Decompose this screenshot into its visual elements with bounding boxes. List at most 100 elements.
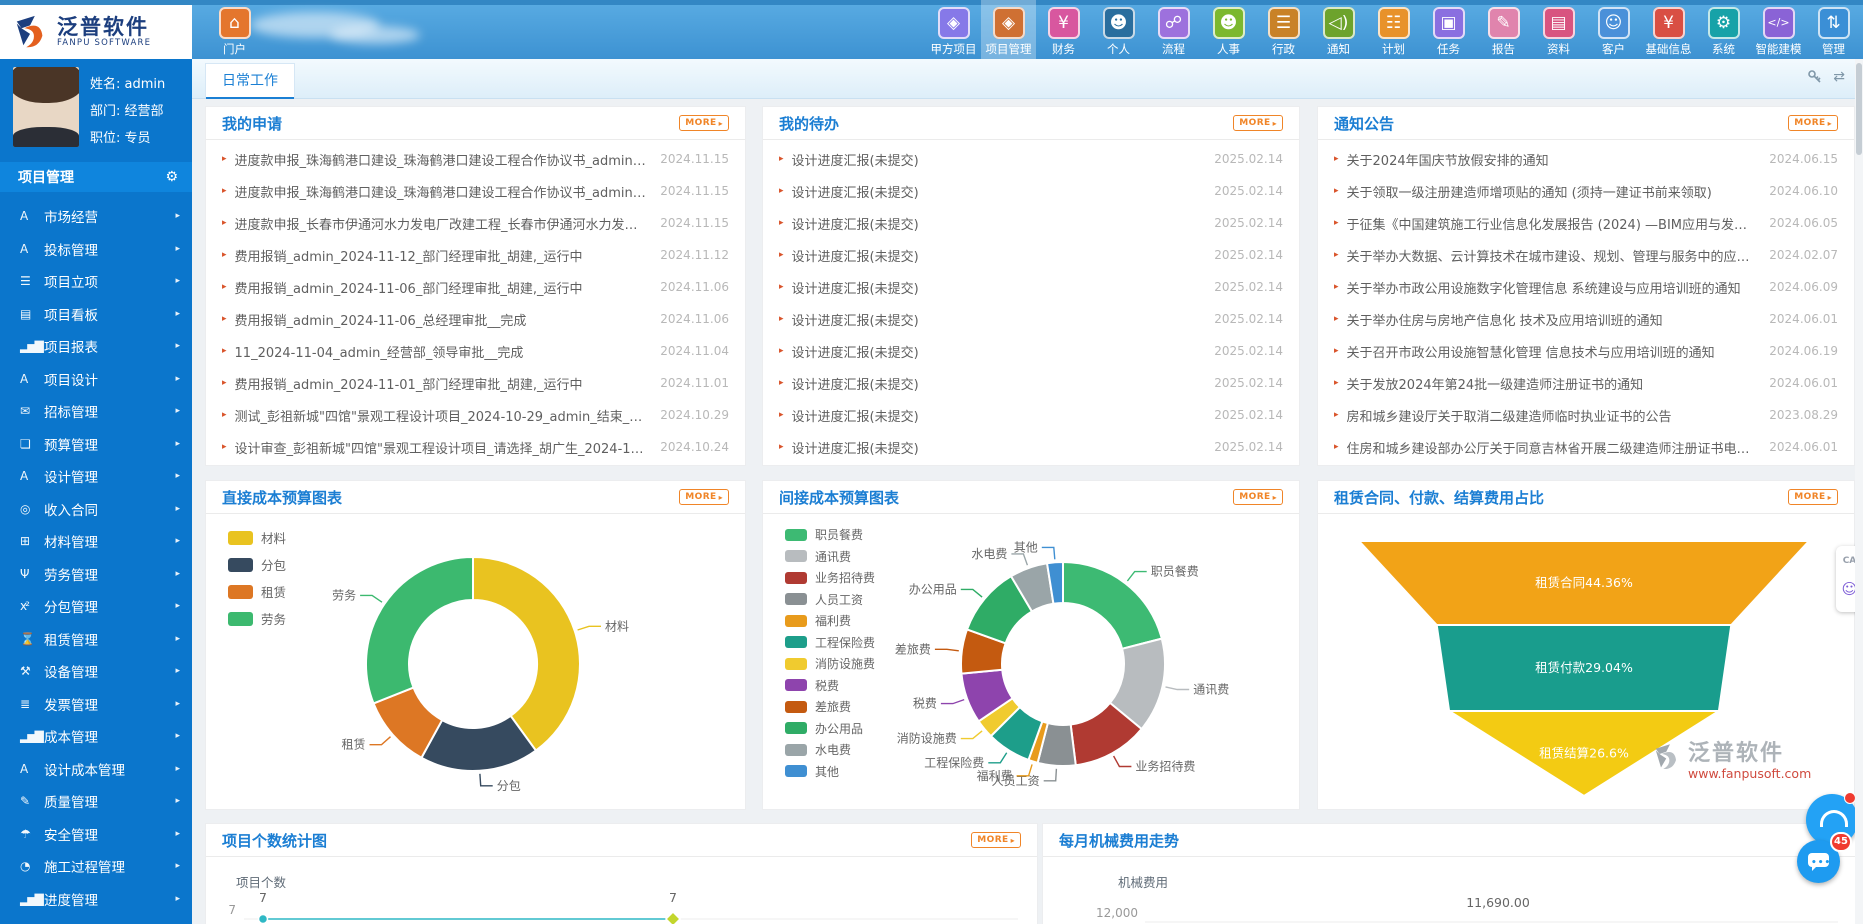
tab-daily-work[interactable]: 日常工作 <box>205 63 295 98</box>
list-item[interactable]: ▸关于领取一级注册建造师增项贴的通知 (须持一建证书前来领取)2024.06.1… <box>1334 175 1838 207</box>
list-item[interactable]: ▸设计进度汇报(未提交)2025.02.14 <box>779 399 1283 431</box>
list-item[interactable]: ▸设计进度汇报(未提交)2025.02.14 <box>779 367 1283 399</box>
list-item[interactable]: ▸住房和城乡建设部办公厅关于同意吉林省开展二级建造师注册证书电子化试点...20… <box>1334 431 1838 463</box>
list-item[interactable]: ▸关于举办大数据、云计算技术在城市建设、规划、管理与服务中的应用培训班...20… <box>1334 239 1838 271</box>
nav-item-7[interactable]: ☰行政 <box>1256 0 1311 59</box>
sidebar-item-安全管理[interactable]: ☂安全管理▸ <box>0 818 192 851</box>
sidebar-item-预算管理[interactable]: ❏预算管理▸ <box>0 428 192 461</box>
legend-item-工程保险费[interactable]: 工程保险费 <box>785 632 875 654</box>
nav-item-6[interactable]: ☻人事 <box>1201 0 1256 59</box>
legend-item-租赁[interactable]: 租赁 <box>228 578 286 605</box>
sidebar-item-成本管理[interactable]: ▂▅▇成本管理▸ <box>0 720 192 753</box>
list-item[interactable]: ▸设计进度汇报(未提交)2025.02.14 <box>779 335 1283 367</box>
list-item[interactable]: ▸费用报销_admin_2024-11-12_部门经理审批_胡建,_运行中202… <box>222 239 729 271</box>
list-item[interactable]: ▸房和城乡建设厅关于取消二级建造师临时执业证书的公告2023.08.29 <box>1334 399 1838 431</box>
list-item[interactable]: ▸进度款申报_珠海鹤港口建设_珠海鹤港口建设工程合作协议书_admin_...2… <box>222 143 729 175</box>
nav-item-14[interactable]: ¥基础信息 <box>1641 0 1696 59</box>
nav-item-portal[interactable]: ⌂ 门户 <box>207 0 262 59</box>
list-item[interactable]: ▸关于举办市政公用设施数字化管理信息 系统建设与应用培训班的通知2024.06.… <box>1334 271 1838 303</box>
collapse-arrows-icon[interactable]: ⇄ <box>1833 69 1845 85</box>
list-item[interactable]: ▸设计进度汇报(未提交)2025.02.14 <box>779 239 1283 271</box>
nav-item-4[interactable]: ☻个人 <box>1091 0 1146 59</box>
more-button[interactable]: MORE▸ <box>679 115 729 131</box>
list-item[interactable]: ▸费用报销_admin_2024-11-06_部门经理审批_胡建,_运行中202… <box>222 271 729 303</box>
list-item[interactable]: ▸测试_彭祖新城"四馆"景观工程设计项目_2024-10-29_admin_结束… <box>222 399 729 431</box>
sidebar-item-市场经营[interactable]: A市场经营▸ <box>0 200 192 233</box>
nav-item-8[interactable]: ◁)通知 <box>1311 0 1366 59</box>
nav-item-17[interactable]: ⇅管理 <box>1806 0 1861 59</box>
list-item[interactable]: ▸11_2024-11-04_admin_经营部_领导审批__完成2024.11… <box>222 335 729 367</box>
nav-item-11[interactable]: ✎报告 <box>1476 0 1531 59</box>
sidebar-item-项目看板[interactable]: ▤项目看板▸ <box>0 298 192 331</box>
more-button[interactable]: MORE▸ <box>971 832 1021 848</box>
legend-item-其他[interactable]: 其他 <box>785 761 875 783</box>
sidebar-item-施工过程管理[interactable]: ◔施工过程管理▸ <box>0 850 192 883</box>
list-item[interactable]: ▸关于举办住房与房地产信息化 技术及应用培训班的通知2024.06.01 <box>1334 303 1838 335</box>
sidebar-item-设备管理[interactable]: ⚒设备管理▸ <box>0 655 192 688</box>
nav-item-9[interactable]: ☷计划 <box>1366 0 1421 59</box>
bullet-icon: ▸ <box>779 314 784 324</box>
legend-item-材料[interactable]: 材料 <box>228 524 286 551</box>
sidebar-item-证件管理[interactable]: ▣证件管理▸ <box>0 915 192 924</box>
list-item[interactable]: ▸设计进度汇报(未提交)2025.02.14 <box>779 303 1283 335</box>
sidebar-item-项目设计[interactable]: A项目设计▸ <box>0 363 192 396</box>
nav-item-12[interactable]: ▤资料 <box>1531 0 1586 59</box>
nav-item-5[interactable]: ☍流程 <box>1146 0 1201 59</box>
more-button[interactable]: MORE▸ <box>679 489 729 505</box>
list-item[interactable]: ▸设计进度汇报(未提交)2025.02.14 <box>779 207 1283 239</box>
legend-item-消防设施费[interactable]: 消防设施费 <box>785 653 875 675</box>
sidebar-item-招标管理[interactable]: ✉招标管理▸ <box>0 395 192 428</box>
sidebar-item-设计管理[interactable]: A设计管理▸ <box>0 460 192 493</box>
list-item[interactable]: ▸设计进度汇报(未提交)2025.02.14 <box>779 143 1283 175</box>
legend-item-税费[interactable]: 税费 <box>785 675 875 697</box>
legend-item-办公用品[interactable]: 办公用品 <box>785 718 875 740</box>
list-item[interactable]: ▸设计审查_彭祖新城"四馆"景观工程设计项目_请选择_胡广生_2024-10-2… <box>222 431 729 463</box>
list-item[interactable]: ▸关于发放2024年第24批一级建造师注册证书的通知2024.06.01 <box>1334 367 1838 399</box>
nav-item-2[interactable]: ◈项目管理 <box>981 0 1036 59</box>
more-button[interactable]: MORE▸ <box>1788 489 1838 505</box>
more-button[interactable]: MORE▸ <box>1233 115 1283 131</box>
legend-item-职员餐费[interactable]: 职员餐费 <box>785 524 875 546</box>
legend-item-分包[interactable]: 分包 <box>228 551 286 578</box>
key-icon[interactable] <box>1807 69 1823 85</box>
sidebar-item-材料管理[interactable]: ⊞材料管理▸ <box>0 525 192 558</box>
list-item[interactable]: ▸设计进度汇报(未提交)2025.02.14 <box>779 271 1283 303</box>
sidebar-item-租赁管理[interactable]: ⌛租赁管理▸ <box>0 623 192 656</box>
legend-item-通讯费[interactable]: 通讯费 <box>785 546 875 568</box>
list-item[interactable]: ▸于征集《中国建筑施工行业信息化发展报告 (2024) —BIM应用与发展》材料… <box>1334 207 1838 239</box>
list-item[interactable]: ▸进度款申报_长春市伊通河水力发电厂改建工程_长春市伊通河水力发电...2024… <box>222 207 729 239</box>
sidebar-item-项目立项[interactable]: ☰项目立项▸ <box>0 265 192 298</box>
settings-gear-icon[interactable]: ⚙ <box>165 169 178 185</box>
more-button[interactable]: MORE▸ <box>1233 489 1283 505</box>
legend-item-水电费[interactable]: 水电费 <box>785 739 875 761</box>
sidebar-item-收入合同[interactable]: ◎收入合同▸ <box>0 493 192 526</box>
list-item[interactable]: ▸进度款申报_珠海鹤港口建设_珠海鹤港口建设工程合作协议书_admin_...2… <box>222 175 729 207</box>
list-item[interactable]: ▸设计进度汇报(未提交)2025.02.14 <box>779 175 1283 207</box>
nav-item-10[interactable]: ▣任务 <box>1421 0 1476 59</box>
sidebar-item-进度管理[interactable]: ▂▅▇进度管理▸ <box>0 883 192 916</box>
sidebar-item-质量管理[interactable]: ✎质量管理▸ <box>0 785 192 818</box>
list-item[interactable]: ▸关于2024年国庆节放假安排的通知2024.06.15 <box>1334 143 1838 175</box>
legend-item-福利费[interactable]: 福利费 <box>785 610 875 632</box>
nav-item-13[interactable]: ☺客户 <box>1586 0 1641 59</box>
nav-item-3[interactable]: ¥财务 <box>1036 0 1091 59</box>
nav-item-15[interactable]: ⚙系统 <box>1696 0 1751 59</box>
list-item[interactable]: ▸设计进度汇报(未提交)2025.02.14 <box>779 431 1283 463</box>
sidebar-item-投标管理[interactable]: A投标管理▸ <box>0 233 192 266</box>
list-item[interactable]: ▸费用报销_admin_2024-11-01_部门经理审批_胡建,_运行中202… <box>222 367 729 399</box>
nav-item-16[interactable]: </>智能建模 <box>1751 0 1806 59</box>
legend-item-劳务[interactable]: 劳务 <box>228 605 286 632</box>
scrollbar-thumb[interactable] <box>1856 63 1862 155</box>
legend-item-人员工资[interactable]: 人员工资 <box>785 589 875 611</box>
sidebar-item-发票管理[interactable]: ≣发票管理▸ <box>0 688 192 721</box>
legend-item-业务招待费[interactable]: 业务招待费 <box>785 567 875 589</box>
legend-item-差旅费[interactable]: 差旅费 <box>785 696 875 718</box>
more-button[interactable]: MORE▸ <box>1788 115 1838 131</box>
sidebar-item-项目报表[interactable]: ▂▅▇项目报表▸ <box>0 330 192 363</box>
sidebar-item-设计成本管理[interactable]: A设计成本管理▸ <box>0 753 192 786</box>
list-item[interactable]: ▸关于召开市政公用设施智慧化管理 信息技术与应用培训班的通知2024.06.19 <box>1334 335 1838 367</box>
sidebar-item-分包管理[interactable]: x²分包管理▸ <box>0 590 192 623</box>
list-item[interactable]: ▸费用报销_admin_2024-11-06_总经理审批__完成2024.11.… <box>222 303 729 335</box>
nav-item-1[interactable]: ◈甲方项目 <box>926 0 981 59</box>
sidebar-item-劳务管理[interactable]: Ψ劳务管理▸ <box>0 558 192 591</box>
